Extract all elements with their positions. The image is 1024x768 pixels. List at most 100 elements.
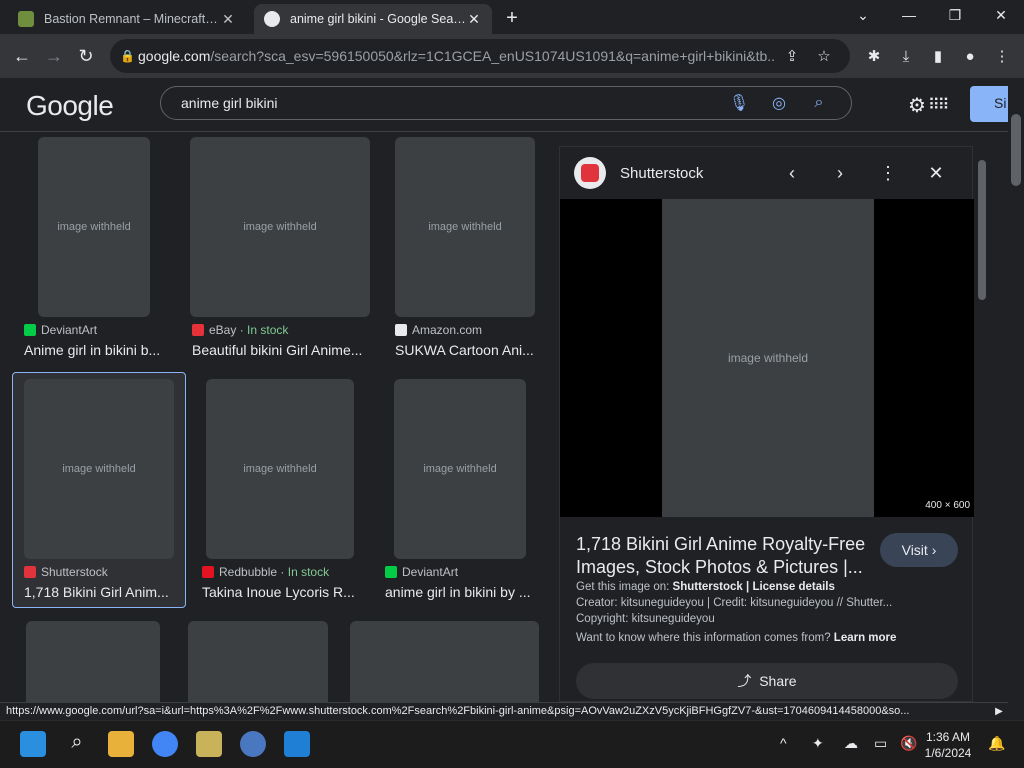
close-tab-icon[interactable]: ✕ — [220, 11, 236, 28]
result-thumbnail-placeholder[interactable]: image withheld — [395, 137, 535, 317]
result-thumbnail-placeholder[interactable] — [26, 621, 160, 702]
result-source[interactable]: DeviantArt — [385, 565, 458, 579]
result-caption[interactable]: Beautiful bikini Girl Anime... — [192, 342, 370, 358]
close-window-button[interactable]: ✕ — [978, 0, 1024, 30]
volume-icon[interactable]: 🔇 — [900, 735, 917, 752]
result-thumbnail-placeholder[interactable]: image withheld — [206, 379, 354, 559]
learn-more-link[interactable]: Learn more — [834, 632, 897, 644]
result-caption[interactable]: SUKWA Cartoon Ani... — [395, 342, 540, 358]
placeholder-label: image withheld — [243, 463, 317, 475]
preview-title[interactable]: 1,718 Bikini Girl Anime Royalty-Free Ima… — [576, 533, 866, 579]
notifications-icon[interactable]: 🔔 — [988, 735, 1005, 752]
result-caption[interactable]: 1,718 Bikini Girl Anim... — [24, 584, 174, 600]
voice-search-icon[interactable]: 🎙 — [719, 93, 759, 113]
visit-button[interactable]: Visit › — [880, 533, 958, 567]
app-icon[interactable] — [284, 731, 310, 757]
info-source-note: Want to know where this information come… — [576, 632, 966, 644]
system-clock[interactable]: 1:36 AM 1/6/2024 — [920, 729, 976, 761]
panel-scrollbar-thumb[interactable] — [978, 160, 986, 300]
profile-icon[interactable]: ● — [954, 40, 986, 72]
image-preview-panel: Shutterstock ‹ › ⋮ ✕ image withheld 400 … — [559, 146, 974, 702]
result-thumbnail-placeholder[interactable]: image withheld — [190, 137, 370, 317]
preview-image-placeholder[interactable]: image withheld — [662, 199, 874, 517]
license-details-link[interactable]: License details — [752, 581, 834, 593]
deviantart-icon — [24, 324, 36, 336]
tray-app-icon[interactable]: ✦ — [812, 735, 824, 752]
display-icon[interactable]: ▭ — [874, 735, 887, 752]
result-thumbnail-placeholder[interactable] — [188, 621, 328, 702]
menu-kebab-icon[interactable]: ⋮ — [986, 40, 1018, 72]
start-menu-icon[interactable] — [20, 731, 46, 757]
settings-gear-icon[interactable]: ⚙ — [908, 93, 926, 118]
search-icon[interactable]: ⌕ — [799, 94, 839, 112]
qbittorrent-icon[interactable] — [240, 731, 266, 757]
back-button[interactable]: ← — [6, 40, 38, 72]
result-source[interactable]: DeviantArt — [24, 323, 97, 337]
page-scrollbar-thumb[interactable] — [1011, 114, 1021, 186]
result-caption[interactable]: Anime girl in bikini b... — [24, 342, 168, 358]
close-panel-icon[interactable]: ✕ — [912, 163, 960, 184]
result-caption[interactable]: anime girl in bikini by ... — [385, 584, 535, 600]
apps-grid-icon[interactable]: ⠿⠿ — [928, 95, 949, 115]
amazon-icon — [395, 324, 407, 336]
result-thumbnail-placeholder[interactable]: image withheld — [394, 379, 526, 559]
image-dimensions: 400 × 600 — [925, 500, 970, 511]
placeholder-label: image withheld — [243, 221, 317, 233]
source-name: DeviantArt — [41, 323, 98, 337]
bookmark-star-icon[interactable]: ☆ — [808, 47, 840, 65]
result-source[interactable]: eBay · In stock — [192, 323, 288, 337]
result-caption[interactable]: Takina Inoue Lycoris R... — [202, 584, 362, 600]
window-controls: ⌄ — ❐ ✕ — [840, 0, 1024, 30]
minimize-button[interactable]: — — [886, 0, 932, 30]
result-source[interactable]: Shutterstock — [24, 565, 108, 579]
search-icon[interactable]: ⌕ — [64, 731, 90, 757]
search-box[interactable]: anime girl bikini 🎙 ◎ ⌕ — [160, 86, 852, 120]
close-tab-icon[interactable]: ✕ — [466, 11, 482, 28]
get-image-prefix: Get this image on: — [576, 581, 673, 593]
clock-date: 1/6/2024 — [924, 746, 972, 760]
result-thumbnail-placeholder[interactable]: image withheld — [38, 137, 150, 317]
address-bar[interactable]: 🔒 google.com/search?sca_esv=596150050&rl… — [110, 39, 850, 73]
google-logo[interactable]: Google — [26, 90, 114, 122]
lock-icon[interactable]: 🔒 — [120, 49, 138, 63]
scroll-right-icon[interactable]: ▶ — [990, 702, 1008, 720]
reload-button[interactable]: ↻ — [70, 40, 102, 72]
search-input[interactable]: anime girl bikini — [181, 95, 719, 111]
url-text: google.com/search?sca_esv=596150050&rlz=… — [138, 48, 776, 64]
file-explorer-icon[interactable] — [108, 731, 134, 757]
new-tab-button[interactable]: + — [498, 4, 526, 32]
previous-icon[interactable]: ‹ — [768, 163, 816, 184]
result-source[interactable]: Amazon.com — [395, 323, 482, 337]
stock-status: In stock — [247, 323, 289, 337]
placeholder-label: image withheld — [727, 351, 809, 365]
forward-button[interactable]: → — [38, 40, 70, 72]
download-icon[interactable]: ⤓ — [890, 40, 922, 72]
side-panel-icon[interactable]: ▮ — [922, 40, 954, 72]
share-page-icon[interactable]: ⇪ — [776, 47, 808, 65]
next-icon[interactable]: › — [816, 163, 864, 184]
tray-overflow-icon[interactable]: ^ — [780, 735, 787, 751]
restore-button[interactable]: ❐ — [932, 0, 978, 30]
shutterstock-icon — [24, 566, 36, 578]
result-thumbnail-placeholder[interactable] — [350, 621, 539, 702]
redbubble-icon — [202, 566, 214, 578]
extensions-icon[interactable]: ✱ — [858, 40, 890, 72]
panel-source-name[interactable]: Shutterstock — [620, 165, 768, 182]
share-button[interactable]: ⤴ Share — [576, 663, 958, 699]
tab-minecraft-wiki[interactable]: Bastion Remnant – Minecraft Wi ✕ — [8, 4, 246, 34]
app-icon[interactable] — [196, 731, 222, 757]
network-icon[interactable]: ☁ — [844, 735, 858, 752]
tab-google-search[interactable]: anime girl bikini - Google Search ✕ — [254, 4, 492, 34]
panel-scrollbar[interactable] — [975, 146, 989, 702]
tab-search-icon[interactable]: ⌄ — [840, 0, 886, 30]
chrome-icon[interactable] — [152, 731, 178, 757]
get-image-source[interactable]: Shutterstock — [673, 581, 743, 593]
page-scrollbar[interactable] — [1008, 80, 1024, 702]
shutterstock-logo-icon — [574, 157, 606, 189]
result-source[interactable]: Redbubble · In stock — [202, 565, 329, 579]
lens-icon[interactable]: ◎ — [759, 93, 799, 113]
google-favicon-icon — [264, 11, 280, 27]
more-options-icon[interactable]: ⋮ — [864, 163, 912, 184]
windows-taskbar: ⌕ ^ ✦ ☁ ▭ 🔇 1:36 AM 1/6/2024 🔔 — [0, 720, 1024, 768]
result-thumbnail-placeholder[interactable]: image withheld — [24, 379, 174, 559]
